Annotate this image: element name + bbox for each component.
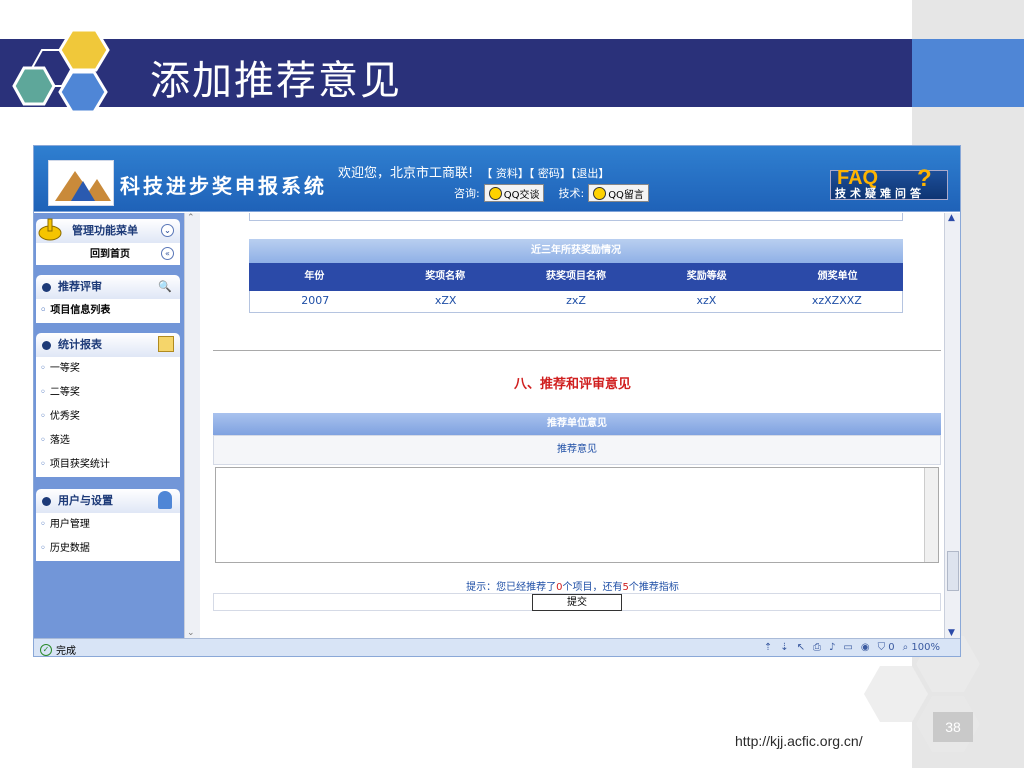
- print-icon[interactable]: ⎙: [813, 642, 821, 653]
- page-number: 38: [933, 712, 973, 742]
- textarea-scrollbar[interactable]: [924, 468, 938, 562]
- table-row: 2007 xZX zxZ xzX xzXZXXZ: [249, 291, 903, 313]
- scroll-up-icon[interactable]: ▲: [948, 213, 955, 223]
- awards-table-title: 近三年所获奖励情况: [249, 239, 903, 263]
- app-logo-text: 科技进步奖申报系统: [120, 174, 327, 198]
- scroll-up-icon[interactable]: ⌃: [187, 213, 195, 223]
- window-icon[interactable]: ▭: [843, 642, 852, 653]
- magnifier-icon: 🔍: [158, 280, 172, 293]
- sidebar-item-second-prize[interactable]: ◦ 二等奖: [36, 381, 180, 405]
- slide-title: 添加推荐意见: [150, 58, 402, 104]
- status-bar: ✓ 完成 ⇡ ⇣ ↖ ⎙ ♪ ▭ ◉ ⛉ 0 ⌕ 100%: [34, 638, 960, 657]
- sidebar-scrollbar[interactable]: ⌃ ⌄: [184, 213, 200, 638]
- arrow-up-icon[interactable]: ⇡: [764, 642, 772, 653]
- collapse-menu-icon[interactable]: ⌄: [161, 224, 174, 237]
- recommend-textarea[interactable]: [215, 467, 939, 563]
- contact-bar: 咨询: QQ交谈 技术: QQ留言: [454, 184, 649, 202]
- home-row: 回到首页 «: [36, 243, 180, 265]
- arrow-down-icon[interactable]: ⇣: [780, 642, 788, 653]
- sidebar-item-project-list[interactable]: ◦ 项目信息列表: [36, 299, 180, 323]
- sidebar-item-not-selected[interactable]: ◦ 落选: [36, 429, 180, 453]
- main-scrollbar[interactable]: ▲ ▼: [944, 213, 960, 638]
- submit-row: 提交: [213, 593, 941, 611]
- recommend-hint: 提示：您已经推荐了0个项目，还有5个推荐指标: [466, 582, 679, 593]
- calendar-icon: [158, 336, 174, 352]
- section-divider: [213, 350, 941, 351]
- app-logo: [48, 160, 114, 206]
- zoom-icon[interactable]: ⌕ 100%: [903, 642, 940, 653]
- col-award-name: 奖项名称: [425, 271, 466, 282]
- sidebar-item-history-data[interactable]: ◦ 历史数据: [36, 537, 180, 561]
- previous-table-end: [249, 213, 903, 221]
- bullet-icon: [42, 283, 51, 292]
- sidebar-item-first-prize[interactable]: ◦ 一等奖: [36, 357, 180, 381]
- sound-icon[interactable]: ♪: [829, 642, 835, 653]
- hexagon-logo-icon: [12, 28, 110, 114]
- bullet-icon: [42, 497, 51, 506]
- group-body-review: ◦ 项目信息列表: [36, 299, 180, 323]
- section-title: 八、推荐和评审意见: [513, 377, 631, 392]
- eye-icon[interactable]: ◉: [861, 642, 870, 653]
- sidebar-item-award-stats[interactable]: ◦ 项目获奖统计: [36, 453, 180, 477]
- home-link[interactable]: 回到首页: [36, 243, 180, 267]
- sidebar-item-user-management[interactable]: ◦ 用户管理: [36, 513, 180, 537]
- scroll-thumb[interactable]: [947, 551, 959, 591]
- col-award-level: 奖励等级: [686, 271, 727, 282]
- app-header: 科技进步奖申报系统 欢迎您，北京市工商联! 【 资料】【 密码】【退出】 咨询:…: [34, 146, 960, 212]
- qq-chat-button[interactable]: QQ交谈: [483, 184, 545, 202]
- col-award-org: 颁奖单位: [817, 271, 858, 282]
- app-window: 科技进步奖申报系统 欢迎您，北京市工商联! 【 资料】【 密码】【退出】 咨询:…: [33, 145, 961, 657]
- group-header-stats[interactable]: 统计报表: [36, 333, 180, 357]
- slide-title-bar: [0, 39, 912, 107]
- group-body-stats: ◦ 一等奖 ◦ 二等奖 ◦ 优秀奖 ◦ 落选 ◦ 项目获奖统计: [36, 357, 180, 477]
- col-project-name: 获奖项目名称: [545, 271, 606, 282]
- sidebar-menu: 管理功能菜单 ⌄ 回到首页 « 推荐评审 🔍 ◦ 项目信息列表 统计报表 ◦ 一等奖…: [34, 213, 184, 638]
- sidebar-item-excellence-prize[interactable]: ◦ 优秀奖: [36, 405, 180, 429]
- user-icon: [158, 491, 172, 509]
- main-content: 近三年所获奖励情况 年份 奖项名称 获奖项目名称 奖励等级 颁奖单位 2007 …: [201, 213, 944, 638]
- profile-link[interactable]: 【 资料】: [481, 167, 529, 180]
- status-text: 完成: [56, 646, 76, 657]
- recommend-subheader: 推荐意见: [213, 435, 941, 465]
- awards-table-header: 年份 奖项名称 获奖项目名称 奖励等级 颁奖单位: [249, 263, 903, 291]
- password-link[interactable]: 【 密码】: [529, 167, 571, 180]
- logo-mountain-icon: [55, 171, 111, 201]
- qq-penguin-icon: [593, 186, 607, 200]
- status-tools: ⇡ ⇣ ↖ ⎙ ♪ ▭ ◉ ⛉ 0 ⌕ 100%: [764, 642, 940, 653]
- menu-hand-icon: [38, 218, 62, 241]
- shield-icon: ⛉ 0: [877, 642, 895, 653]
- group-body-users: ◦ 用户管理 ◦ 历史数据: [36, 513, 180, 561]
- slide-url[interactable]: http://kjj.acfic.org.cn/: [735, 733, 863, 749]
- submit-button[interactable]: 提交: [532, 594, 622, 611]
- scroll-down-icon[interactable]: ⌄: [187, 628, 195, 638]
- bullet-icon: [42, 341, 51, 350]
- recommend-header: 推荐单位意见: [213, 413, 941, 435]
- qq-penguin-icon: [488, 186, 502, 200]
- logout-link[interactable]: 【退出】: [571, 167, 610, 180]
- collapse-sidebar-icon[interactable]: «: [161, 247, 174, 260]
- done-check-icon: ✓: [40, 643, 52, 656]
- qq-message-button[interactable]: QQ留言: [588, 184, 649, 202]
- group-header-review[interactable]: 推荐评审 🔍: [36, 275, 180, 299]
- cursor-icon[interactable]: ↖: [797, 642, 805, 653]
- slide-title-accent: [912, 39, 1024, 107]
- group-header-users[interactable]: 用户与设置: [36, 489, 180, 513]
- welcome-text: 欢迎您，北京市工商联! 【 资料】【 密码】【退出】: [338, 166, 610, 181]
- col-year: 年份: [304, 271, 325, 282]
- faq-banner[interactable]: FAQ ? 技术疑难问答: [830, 165, 948, 200]
- scroll-down-icon[interactable]: ▼: [948, 628, 955, 638]
